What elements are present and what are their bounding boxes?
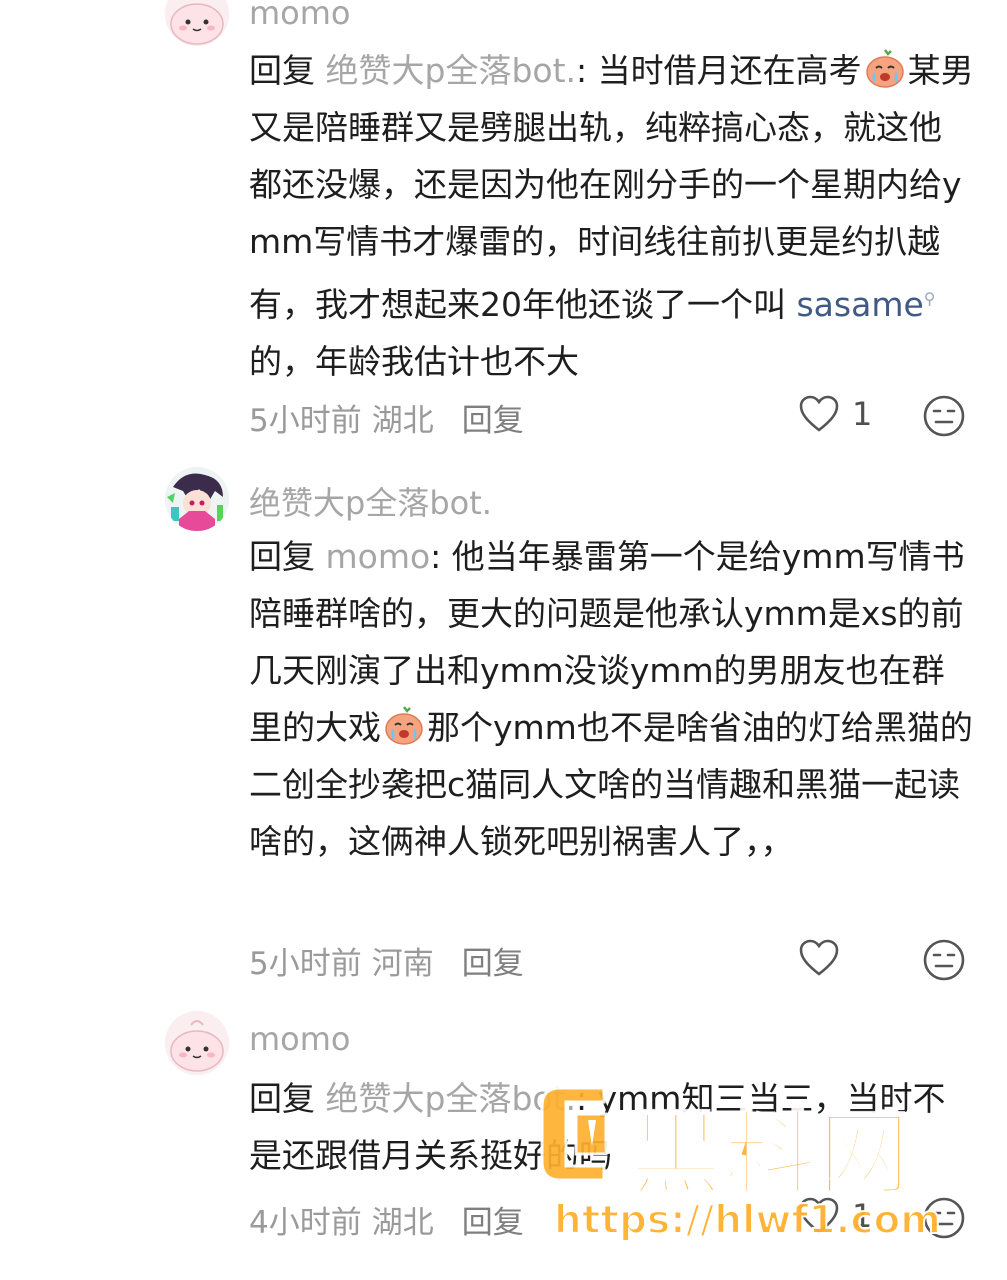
location: 河南 [371,946,434,982]
location: 湖北 [371,403,434,439]
location: 湖北 [371,1205,434,1241]
timestamp: 5小时前 [249,946,362,982]
link-sasame[interactable]: sasame [796,285,923,324]
anime-character-avatar-icon [165,467,229,531]
reply-button[interactable]: 回复 [462,1205,524,1241]
like-button[interactable]: 1 [798,394,872,434]
pink-blob-avatar-icon [165,1011,229,1075]
neutral-face-icon [923,939,965,981]
avatar[interactable] [165,0,229,46]
reply-target-user[interactable]: 绝赞大p全落bot. [326,1079,577,1118]
heart-icon [799,395,839,432]
timestamp: 5小时前 [249,403,362,439]
avatar[interactable] [165,1011,229,1075]
comment-meta: 5小时前 河南 回复 [249,938,524,983]
comment-meta: 5小时前 湖北 回复 [249,395,524,440]
reply-button[interactable]: 回复 [462,946,524,982]
like-button[interactable]: 1 [798,1196,872,1236]
reply-prefix: 回复 [249,537,315,576]
username[interactable]: momo [249,0,351,32]
username[interactable]: momo [249,1020,351,1058]
comment-text: 的，年龄我估计也不大 [249,342,579,381]
crying-face-icon [865,49,904,88]
dislike-button[interactable] [922,938,966,986]
like-button[interactable] [798,938,852,978]
dislike-button[interactable] [922,394,966,442]
comment-meta: 4小时前 湖北 回复 [249,1197,524,1242]
neutral-face-icon [923,395,965,437]
search-icon: ⚲ [923,289,936,308]
watermark-url: https://hlwf1.com [553,1197,942,1244]
crying-face-icon [385,706,423,745]
like-count: 1 [852,1197,873,1235]
timestamp: 4小时前 [249,1205,362,1241]
like-count: 1 [852,395,873,433]
heart-icon [799,939,839,976]
comment-text: : 当时借月还在高考 [576,51,862,90]
comment-text: 某男又是陪睡群又是劈腿出轨，纯粹搞心态，就这他都还没爆，还是因为他在刚分手的一个… [249,51,974,324]
reply-target-user[interactable]: 绝赞大p全落bot. [326,51,577,90]
heart-icon [799,1197,839,1234]
comment-body: 回复 momo: 他当年暴雷第一个是给ymm写情书陪睡群啥的，更大的问题是他承认… [249,528,974,870]
neutral-face-icon [923,1197,965,1239]
avatar[interactable] [165,467,229,531]
username[interactable]: 绝赞大p全落bot. [249,478,492,524]
reply-target-user[interactable]: momo [326,537,431,576]
reply-button[interactable]: 回复 [462,403,524,439]
dislike-button[interactable] [922,1196,966,1244]
comment-body: 回复 绝赞大p全落bot.: 当时借月还在高考 某男又是陪睡群又是劈腿出轨，纯粹… [249,42,974,390]
pink-blob-avatar-icon [165,0,229,46]
comment-body: 回复 绝赞大p全落bot.: ymm知三当三，当时不是还跟借月关系挺好的吗 [249,1070,974,1184]
reply-prefix: 回复 [249,51,315,90]
reply-prefix: 回复 [249,1079,315,1118]
